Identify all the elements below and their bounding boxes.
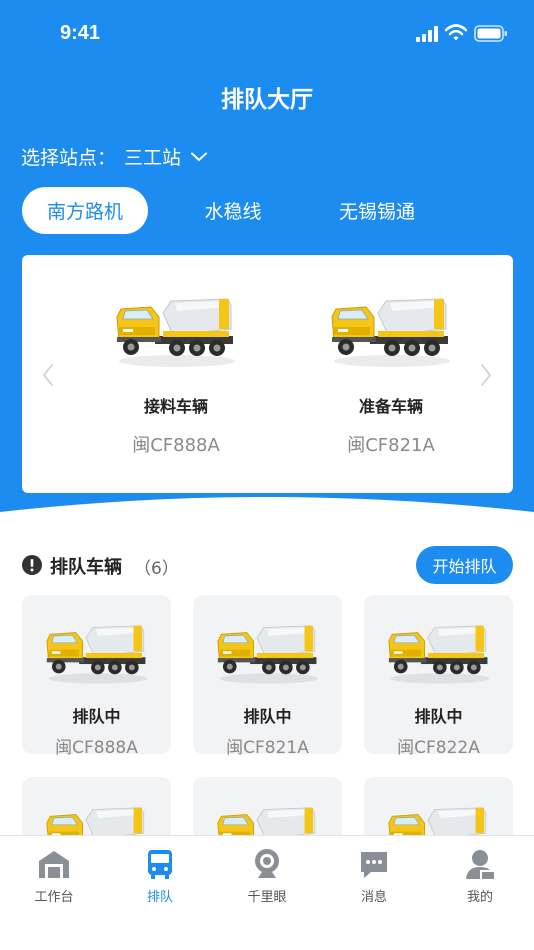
tabbar-label-messages: 消息 [360,890,387,905]
mixer-truck-image [387,625,490,685]
featured-vehicles-card: 接料车辆 闽CF888A 准备车辆 闽CF821A [22,255,513,493]
mixer-truck-image [116,298,236,368]
queue-status: 排队中 [72,707,121,726]
queue-plate: 闽CF821A [226,738,309,758]
tabbar-item-workbench[interactable]: 工作台 [14,848,94,905]
alert-icon [22,555,42,575]
battery-icon [474,25,507,42]
status-time: 9:41 [60,22,101,44]
tab-wuxi-xitong[interactable]: 无锡锡通 [322,197,432,224]
chevron-left-icon[interactable] [42,363,54,387]
status-bar: 9:41 [0,0,534,70]
mixer-truck-image [331,298,451,368]
queue-section-header: 排队车辆 （6） 开始排队 [22,546,513,584]
station-value: 三工站 [124,147,182,169]
bus-icon [148,850,172,879]
tabbar-item-camera[interactable]: 千里眼 [227,848,307,905]
tabbar-item-messages[interactable]: 消息 [334,848,414,905]
preparing-vehicle-plate: 闽CF821A [347,435,435,456]
mixer-truck-image [216,807,319,835]
mixer-truck-image [216,625,319,685]
tab-nanfang-luji[interactable]: 南方路机 [22,187,148,234]
queue-card[interactable]: 排队中 闽CF821A [193,595,342,758]
tabbar-label-camera: 千里眼 [247,890,287,905]
receiving-vehicle[interactable]: 接料车辆 闽CF888A [86,291,266,457]
cellular-signal-icon [416,26,438,42]
queue-plate: 闽CF822A [397,738,480,758]
chevron-down-icon [191,152,208,161]
chevron-right-icon[interactable] [480,363,492,387]
user-icon [466,850,494,879]
preparing-vehicle-label: 准备车辆 [358,397,423,416]
line-tabs: 南方路机 水稳线 无锡锡通 [22,187,415,234]
queue-status: 排队中 [414,707,463,726]
queue-vehicle-grid: 排队中 闽CF888A 排队中 闽CF821A 排队中 闽CF822A [22,595,513,835]
hero-banner: 9:41 排队大厅 选择站点： 三工站 南方路机 水稳线 无锡锡通 接料车辆 闽… [0,0,534,540]
message-icon [361,852,387,878]
queue-count: （6） [134,559,179,579]
tabbar-item-profile[interactable]: 我的 [440,848,520,905]
queue-status: 排队中 [243,707,292,726]
queue-section-title: 排队车辆 [50,557,122,578]
mixer-truck-image [45,625,148,685]
queue-card[interactable]: 排队中 闽CF888A [22,595,171,758]
mixer-truck-image [387,807,490,835]
tabbar-label-profile: 我的 [466,890,493,905]
receiving-vehicle-plate: 闽CF888A [132,435,220,456]
queue-plate: 闽CF888A [55,738,138,758]
queue-card[interactable]: 排队中 闽CF822A [364,595,513,758]
receiving-vehicle-label: 接料车辆 [143,397,208,416]
workbench-icon [39,851,69,878]
station-label: 选择站点： [21,147,117,169]
tabbar-label-queue: 排队 [146,890,173,905]
queue-card[interactable] [364,777,513,835]
queue-card[interactable] [193,777,342,835]
bottom-tab-bar: 工作台 排队 千里眼 消息 我的 [0,835,534,950]
start-queue-button[interactable]: 开始排队 [416,546,513,584]
queue-card[interactable] [22,777,171,835]
page-title: 排队大厅 [221,87,313,113]
station-selector[interactable]: 选择站点： 三工站 [21,143,208,170]
wifi-icon [445,24,467,41]
tabbar-label-workbench: 工作台 [34,890,74,905]
tabbar-item-queue[interactable]: 排队 [120,848,200,905]
camera-icon [255,849,279,878]
tab-shuiwen-xian[interactable]: 水稳线 [193,197,273,224]
preparing-vehicle[interactable]: 准备车辆 闽CF821A [301,291,481,457]
mixer-truck-image [45,807,148,835]
